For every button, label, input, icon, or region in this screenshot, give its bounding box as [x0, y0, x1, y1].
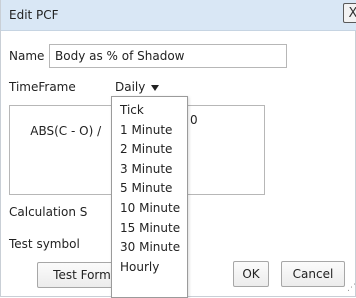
close-button[interactable]: X [343, 3, 356, 23]
timeframe-option[interactable]: 10 Minute [112, 199, 187, 219]
ok-button[interactable]: OK [233, 261, 269, 287]
formula-text-left: ABS(C - O) / [30, 124, 102, 138]
dialog-title: Edit PCF [9, 8, 59, 22]
timeframe-option[interactable]: 30 Minute [112, 238, 187, 258]
timeframe-option[interactable]: Tick [112, 101, 187, 121]
test-symbol-label: Test symbol [9, 237, 80, 251]
timeframe-dropdown[interactable]: Tick 1 Minute 2 Minute 3 Minute 5 Minute… [111, 96, 188, 298]
resize-grip-icon[interactable]: ⋰ [347, 284, 356, 293]
chevron-down-icon [151, 85, 160, 91]
name-input[interactable]: Body as % of Shadow [49, 44, 287, 68]
timeframe-option[interactable]: 15 Minute [112, 219, 187, 239]
timeframe-option[interactable]: 2 Minute [112, 140, 187, 160]
timeframe-option[interactable]: 3 Minute [112, 160, 187, 180]
close-icon: X [348, 5, 356, 21]
edit-pcf-dialog: Edit PCF X Name Body as % of Shadow Time… [0, 0, 356, 298]
dialog-titlebar: Edit PCF X [1, 0, 356, 31]
timeframe-option[interactable]: 1 Minute [112, 121, 187, 141]
timeframe-option[interactable]: 5 Minute [112, 179, 187, 199]
timeframe-selected-value: Daily [115, 80, 146, 94]
name-label: Name [9, 49, 45, 63]
calculation-settings-label: Calculation S [9, 205, 88, 219]
cancel-button[interactable]: Cancel [281, 261, 345, 287]
timeframe-select[interactable]: Daily [115, 80, 160, 94]
timeframe-option[interactable]: Hourly [112, 258, 187, 278]
formula-text-right: 0 [190, 113, 198, 127]
timeframe-label: TimeFrame [9, 80, 76, 94]
